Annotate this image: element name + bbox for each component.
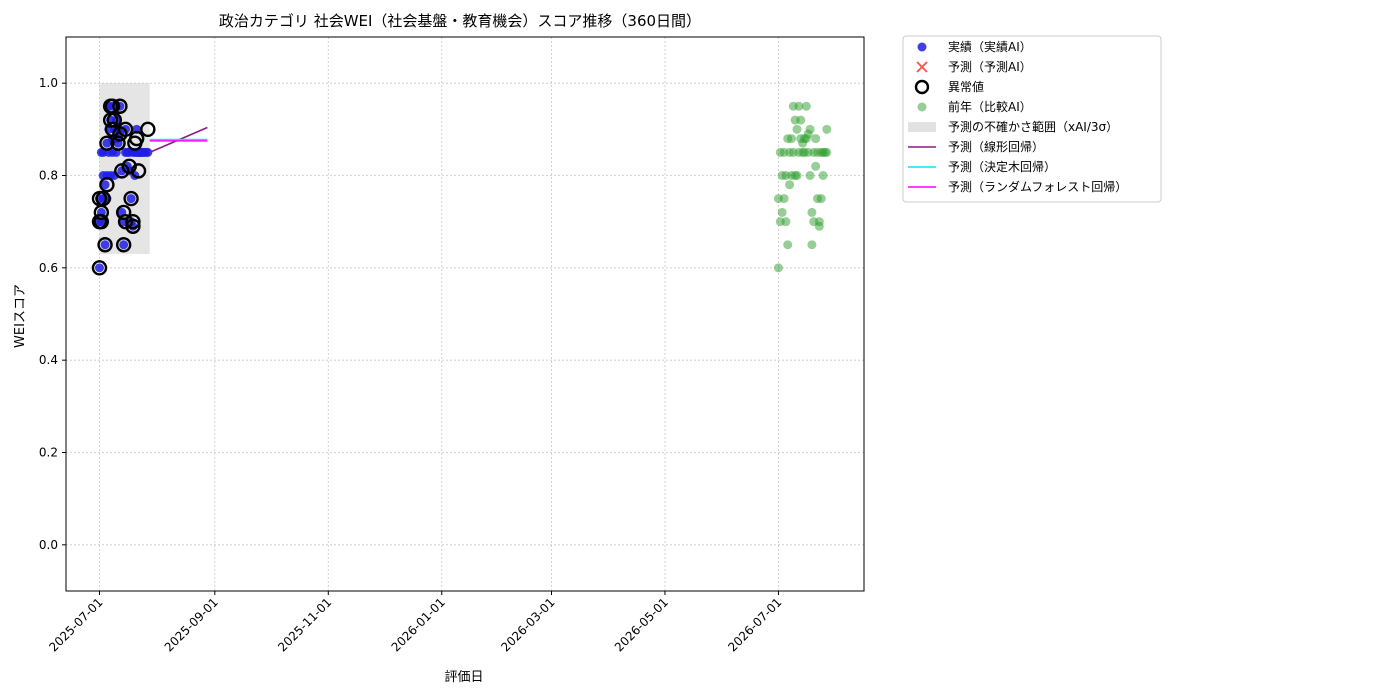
actual-point <box>94 263 104 273</box>
previous-year-point <box>796 115 806 125</box>
previous-year-point <box>814 217 824 227</box>
actual-point <box>100 240 110 250</box>
previous-year-point <box>822 147 832 157</box>
y-tick-label: 0.4 <box>39 353 58 367</box>
legend-label-forecast: 予測（予測AI） <box>948 60 1032 74</box>
data-layer <box>91 98 832 276</box>
y-tick-label: 1.0 <box>39 76 58 90</box>
actual-point <box>119 240 129 250</box>
x-tick-label: 2025-09-01 <box>162 595 221 654</box>
y-tick-label: 0.6 <box>39 261 58 275</box>
previous-year-point <box>779 194 789 204</box>
x-tick-label: 2025-11-01 <box>275 595 334 654</box>
axis-layer: 0.0 0.2 0.4 0.6 0.8 1.0 2025-07-01 2025-09-01 20… <box>39 76 785 654</box>
previous-year-point <box>773 263 783 273</box>
legend-box <box>902 35 1162 203</box>
legend-label-previous: 前年（比較AI） <box>948 99 1032 114</box>
previous-year-point <box>807 207 817 217</box>
previous-year-point <box>811 134 821 144</box>
previous-year-point <box>792 171 802 180</box>
actual-point <box>126 194 136 204</box>
chart-svg: 0.0 0.2 0.4 0.6 0.8 1.0 2025-07-01 2025-09-01 20… <box>13 12 1162 685</box>
legend-marker-actual <box>917 42 927 52</box>
previous-year-point <box>816 194 826 204</box>
legend-label-anomaly: 異常値 <box>948 79 984 94</box>
legend-label-actual: 実績（実績AI） <box>948 39 1032 54</box>
legend-label-band: 予測の不確かさ範囲（xAI/3σ） <box>948 119 1118 134</box>
previous-year-point <box>781 217 791 227</box>
previous-year-point <box>822 124 832 134</box>
previous-year-point <box>805 171 815 180</box>
previous-year-point <box>805 124 815 134</box>
previous-year-point <box>777 207 787 217</box>
x-tick-label: 2026-01-01 <box>389 595 448 654</box>
previous-year-point <box>783 240 793 250</box>
previous-year-point <box>818 171 828 180</box>
x-tick-label: 2026-07-01 <box>725 595 784 654</box>
legend-marker-previous <box>917 102 927 112</box>
y-axis-label: WEIスコア <box>13 284 28 348</box>
legend-label-tree: 予測（決定木回帰） <box>948 159 1056 174</box>
x-tick-label: 2026-03-01 <box>498 595 557 654</box>
plot-frame <box>65 36 865 592</box>
previous-year-point <box>811 161 821 171</box>
x-tick-label: 2026-05-01 <box>612 595 671 654</box>
grid-layer <box>66 37 864 591</box>
previous-year-point <box>786 134 796 144</box>
legend-label-forest: 予測（ランダムフォレスト回帰） <box>948 179 1127 194</box>
y-tick-label: 0.8 <box>39 169 58 183</box>
previous-year-point <box>785 180 795 190</box>
x-axis-label: 評価日 <box>444 670 483 685</box>
legend-marker-band <box>908 122 936 132</box>
legend-label-linear: 予測（線形回帰） <box>948 139 1044 154</box>
y-tick-label: 0.2 <box>39 446 58 460</box>
x-tick-label: 2025-07-01 <box>46 595 105 654</box>
chart-title: 政治カテゴリ 社会WEI（社会基盤・教育機会）スコア推移（360日間） <box>219 12 701 30</box>
previous-year-point <box>807 240 817 250</box>
previous-year-point <box>792 124 802 134</box>
legend: 実績（実績AI） 予測（予測AI） 異常値前年（比較AI） 予測の不確かさ範囲（xAI… <box>902 35 1162 203</box>
previous-year-point <box>801 101 811 111</box>
y-tick-label: 0.0 <box>39 538 58 552</box>
